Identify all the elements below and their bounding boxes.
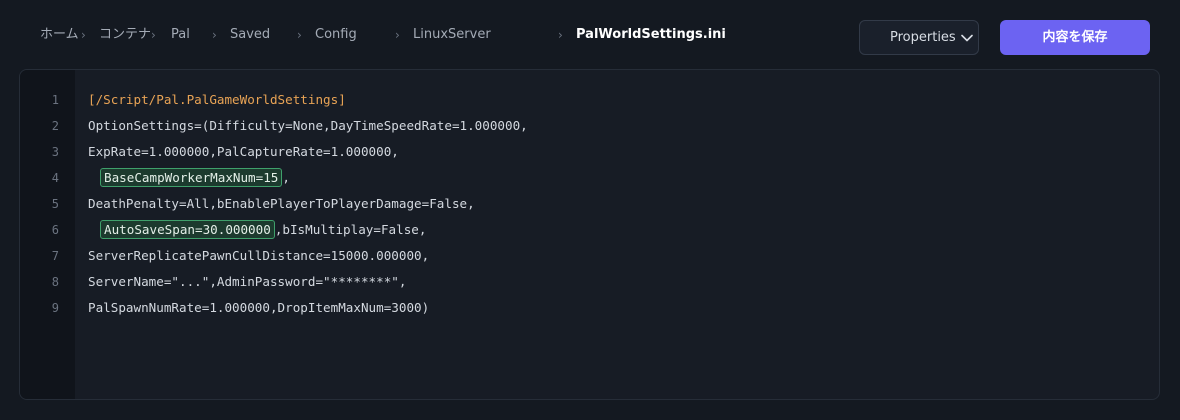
line-number: 5 [51, 197, 59, 211]
line-number: 7 [51, 249, 59, 263]
line-number: 6 [51, 223, 59, 237]
breadcrumb-separator-icon: › [151, 28, 156, 42]
breadcrumb-item-saved[interactable]: Saved [230, 27, 270, 43]
code-line[interactable]: ServerName="...",AdminPassword="********… [88, 273, 406, 291]
code-line[interactable]: DeathPenalty=All,bEnablePlayerToPlayerDa… [88, 195, 475, 213]
breadcrumb-item-pal[interactable]: Pal [171, 27, 190, 43]
breadcrumb-separator-icon: › [395, 28, 400, 42]
breadcrumb-separator-icon: › [297, 28, 302, 42]
breadcrumb-current-file: PalWorldSettings.ini [576, 27, 726, 42]
line-number: 8 [51, 275, 59, 289]
code-line[interactable]: ExpRate=1.000000,PalCaptureRate=1.000000… [88, 143, 399, 161]
code-line[interactable]: BaseCampWorkerMaxNum=15, [100, 168, 290, 187]
code-line[interactable]: PalSpawnNumRate=1.000000,DropItemMaxNum=… [88, 299, 429, 317]
line-number: 1 [51, 93, 59, 107]
line-number: 2 [51, 119, 59, 133]
breadcrumb-separator-icon: › [81, 28, 86, 42]
code-text: , [282, 170, 290, 185]
breadcrumb-separator-icon: › [212, 28, 217, 42]
code-line[interactable]: AutoSaveSpan=30.000000 ,bIsMultiplay=Fals… [100, 220, 426, 239]
highlighted-setting[interactable]: BaseCampWorkerMaxNum=15 [100, 168, 283, 187]
line-number: 9 [51, 301, 59, 315]
breadcrumb-item-config[interactable]: Config [315, 27, 357, 43]
breadcrumb-item-home[interactable]: ホーム [40, 27, 79, 43]
properties-label: Properties [890, 30, 956, 45]
code-editor[interactable]: 1 2 3 4 5 6 7 8 9 [/Script/Pal.PalGameWo… [19, 69, 1160, 400]
save-button[interactable]: 内容を保存 [1000, 20, 1150, 55]
breadcrumb-item-container[interactable]: コンテナ [99, 27, 151, 43]
highlighted-setting[interactable]: AutoSaveSpan=30.000000 [100, 220, 275, 239]
top-bar: ホーム › コンテナ › Pal › Saved › Config › Linu… [0, 0, 1180, 70]
chevron-down-icon [961, 34, 973, 42]
code-line[interactable]: OptionSettings=(Difficulty=None,DayTimeS… [88, 117, 528, 135]
breadcrumb-item-linuxserver[interactable]: LinuxServer [413, 27, 491, 43]
code-line-section-header[interactable]: [/Script/Pal.PalGameWorldSettings] [88, 91, 346, 109]
breadcrumb-separator-icon: › [558, 28, 563, 42]
line-number: 4 [51, 171, 59, 185]
properties-dropdown[interactable]: Properties [859, 20, 979, 55]
line-number: 3 [51, 145, 59, 159]
code-text: ,bIsMultiplay=False, [274, 222, 427, 237]
code-line[interactable]: ServerReplicatePawnCullDistance=15000.00… [88, 247, 429, 265]
